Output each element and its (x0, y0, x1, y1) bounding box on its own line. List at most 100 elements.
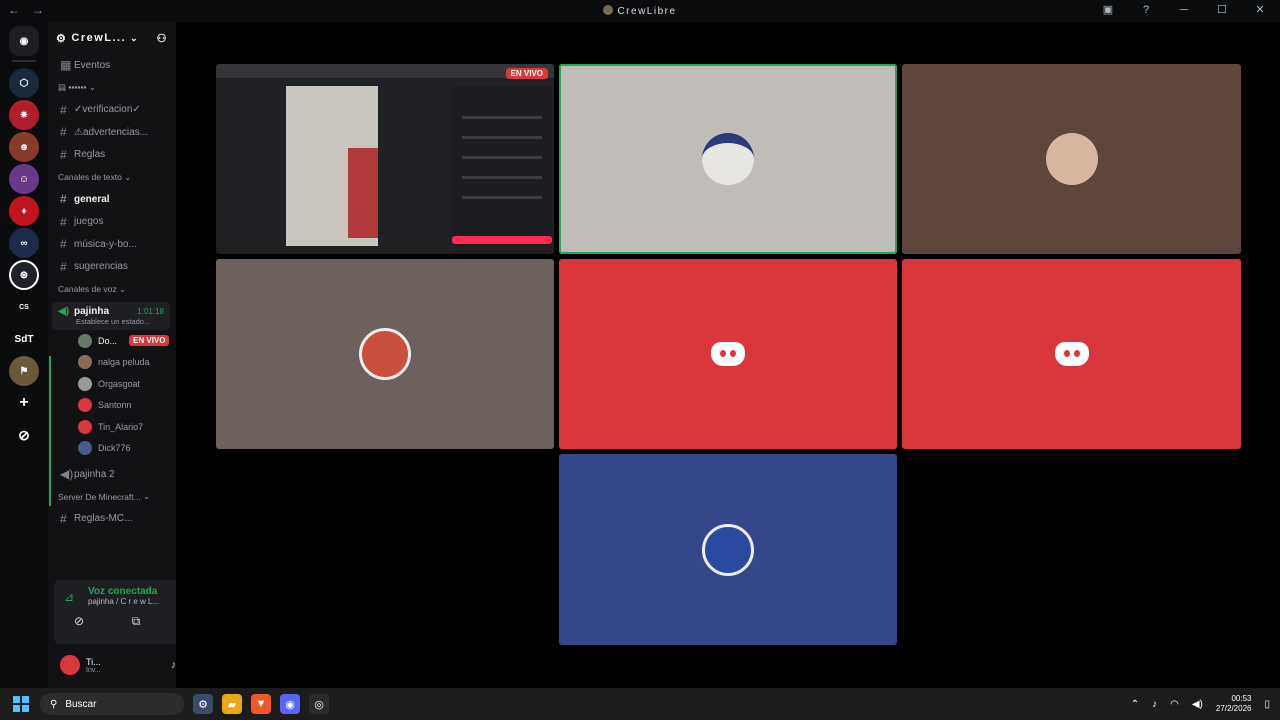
channel-item-general[interactable]: # general (48, 188, 176, 211)
voice-user[interactable]: Orgasgoat (48, 373, 176, 395)
participant-tile[interactable] (902, 259, 1241, 449)
voice-user[interactable]: nalga peluda (48, 352, 176, 374)
voice-connected-indicator (49, 356, 51, 506)
separator (12, 60, 36, 62)
inbox-icon[interactable]: ▣ (1098, 3, 1118, 16)
guild-icon[interactable]: ☻ (9, 132, 39, 162)
events-item[interactable]: ▦ Eventos (48, 54, 176, 77)
camera-off-icon[interactable]: ⊘ (74, 614, 84, 629)
avatar (78, 355, 92, 370)
speaker-icon: ◀) (60, 467, 74, 482)
voice-channel-label: pajinha 2 (74, 468, 115, 480)
discord-logo-icon (1054, 342, 1089, 366)
wifi-icon[interactable]: ◠ (1170, 699, 1179, 710)
invite-icon[interactable]: ⚇ (157, 32, 168, 45)
guild-icon[interactable]: ☺ (9, 164, 39, 194)
participant-tile[interactable] (559, 259, 897, 449)
voice-user[interactable]: Tin_Alario7 (48, 416, 176, 438)
settings-app-icon[interactable]: ⚙ (193, 694, 213, 714)
channel-label: Reglas (74, 149, 106, 161)
channel-item[interactable]: # Reglas-MC... (48, 508, 176, 531)
minimize-button[interactable]: ─ (1174, 4, 1194, 16)
voice-channel-pajinha[interactable]: ◀) pajinha 1:01:18 Establece un estado..… (52, 302, 170, 330)
help-icon[interactable]: ? (1136, 4, 1156, 16)
guild-icon[interactable]: ✷ (9, 100, 39, 130)
channel-item[interactable]: # Reglas (48, 144, 176, 167)
guild-icon[interactable]: SdT (9, 324, 39, 354)
category-header[interactable]: ▤ ▪▪▪▪▪▪ ⌄ (48, 77, 176, 99)
guild-icon[interactable]: ⚑ (9, 356, 39, 386)
microphone-icon[interactable]: ♪ (1152, 699, 1157, 710)
channel-item[interactable]: # juegos (48, 211, 176, 234)
video-frame (348, 148, 378, 238)
voice-user-name: Do... (98, 335, 118, 346)
clock-time: 00:53 (1231, 694, 1252, 703)
channel-item[interactable]: # ✓verificacion✓ (48, 99, 176, 122)
hash-icon: # (60, 125, 67, 140)
voice-user-name: Santonn (98, 400, 132, 411)
voice-user[interactable]: Santonn (48, 395, 176, 417)
screen-share-icon[interactable]: ⧉ (132, 614, 141, 629)
guild-icon[interactable]: ∞ (9, 228, 39, 258)
windows-start-icon[interactable] (13, 696, 29, 712)
guild-icon[interactable]: ♦ (9, 196, 39, 226)
maximize-button[interactable]: ☐ (1212, 3, 1232, 16)
participant-tile[interactable] (559, 64, 897, 254)
voice-channel-item[interactable]: ◀) pajinha 2 (48, 463, 176, 486)
participant-tile[interactable] (216, 259, 554, 449)
category-voice[interactable]: Canales de voz ⌄ (48, 278, 176, 300)
voice-connected-sub[interactable]: pajinha / C r e w L... (88, 597, 176, 606)
hash-icon: # (60, 214, 67, 229)
hash-icon: # (60, 102, 67, 117)
avatar[interactable] (60, 655, 80, 675)
add-server-icon[interactable]: + (9, 388, 39, 418)
voice-status[interactable]: Establece un estado... (76, 317, 164, 326)
voice-user[interactable]: Do... EN VIVO (48, 330, 176, 352)
channel-item[interactable]: # música-y-bo... (48, 233, 176, 256)
participant-tile[interactable] (559, 454, 897, 645)
discover-icon[interactable]: ⊘ (9, 420, 39, 450)
voice-user-name: Orgasgoat (98, 378, 141, 389)
channel-item[interactable]: # sugerencias (48, 256, 176, 279)
channel-label: juegos (74, 216, 104, 228)
discord-logo-icon (711, 342, 745, 366)
channel-label: Reglas-MC... (74, 513, 133, 525)
comment-line (462, 136, 542, 139)
search-placeholder: Buscar (65, 698, 97, 710)
guild-icon[interactable]: ⊛ (9, 260, 39, 290)
avatar (78, 376, 92, 391)
discord-app-icon[interactable]: ◉ (280, 694, 300, 714)
taskbar-search[interactable]: ⚲ Buscar (40, 693, 184, 715)
brave-browser-icon[interactable]: ▼ (251, 694, 271, 714)
channel-item[interactable]: # ⚠advertencias... (48, 121, 176, 144)
guild-icon[interactable]: CS (9, 292, 39, 322)
chevron-up-icon[interactable]: ⌃ (1131, 699, 1139, 710)
browser-bar (216, 64, 554, 78)
server-header[interactable]: ⚙ CrewL... ⌄ ⚇ (48, 22, 176, 54)
category-minecraft[interactable]: Server De Minecraft... ⌄ (48, 486, 176, 508)
comment-button (452, 236, 552, 244)
server-icon (603, 5, 614, 15)
comment-line (462, 196, 542, 199)
voice-user[interactable]: Dick776 (48, 438, 176, 460)
signal-icon[interactable]: ⊿ (64, 590, 74, 604)
category-text[interactable]: Canales de texto ⌄ (48, 166, 176, 188)
speaker-icon: ◀) (58, 306, 70, 317)
comment-line (462, 116, 542, 119)
file-explorer-icon[interactable]: ▰ (222, 694, 242, 714)
voice-user-name: Dick776 (98, 443, 131, 454)
clock[interactable]: 00:53 27/2/2026 (1216, 694, 1252, 714)
screen-share-tile[interactable]: EN VIVO (216, 64, 554, 254)
direct-messages-icon[interactable]: ◉ (9, 26, 39, 56)
participant-tile[interactable] (902, 64, 1241, 254)
notification-icon[interactable]: ▯ (1264, 699, 1270, 710)
window-title: CrewLibre (617, 6, 677, 17)
voice-connection-panel: ⊿ Voz conectada pajinha / C r e w L... ⫼… (54, 580, 176, 644)
user-panel: Ti... Inv... ♪ ∩ ⚙ (54, 648, 176, 682)
app-icon[interactable]: ◎ (309, 694, 329, 714)
close-button[interactable]: ✕ (1250, 3, 1270, 16)
hash-icon: # (60, 259, 67, 274)
guild-icon[interactable]: ⬡ (9, 68, 39, 98)
hash-icon: # (60, 237, 67, 252)
volume-icon[interactable]: ◀) (1192, 699, 1203, 710)
